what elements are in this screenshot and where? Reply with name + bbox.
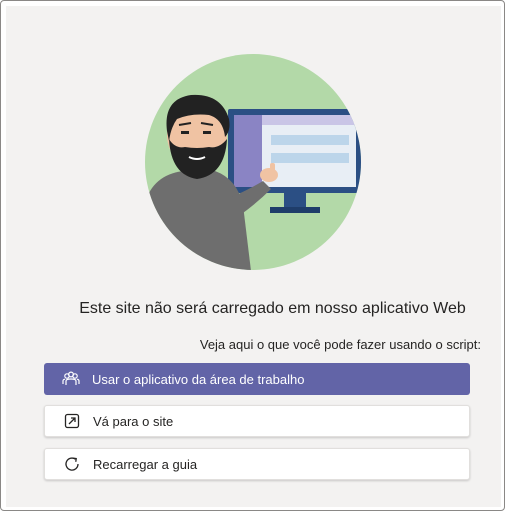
refresh-icon	[62, 454, 82, 474]
go-to-site-button[interactable]: Vá para o site	[44, 405, 470, 437]
reload-tab-button[interactable]: Recarregar a guia	[44, 448, 470, 480]
person-with-monitor-illustration	[145, 54, 361, 270]
use-desktop-app-label: Usar o aplicativo da área de trabalho	[92, 371, 305, 387]
go-to-site-label: Vá para o site	[93, 413, 174, 429]
teams-desktop-icon	[61, 369, 81, 389]
dialog-frame: Este site não será carregado em nosso ap…	[0, 0, 505, 511]
reload-tab-label: Recarregar a guia	[93, 456, 198, 472]
page-subline: Veja aqui o que você pode fazer usando o…	[199, 337, 481, 352]
open-external-icon	[62, 411, 82, 431]
page-headline: Este site não será carregado em nosso ap…	[79, 300, 466, 317]
use-desktop-app-button[interactable]: Usar o aplicativo da área de trabalho	[44, 363, 470, 395]
